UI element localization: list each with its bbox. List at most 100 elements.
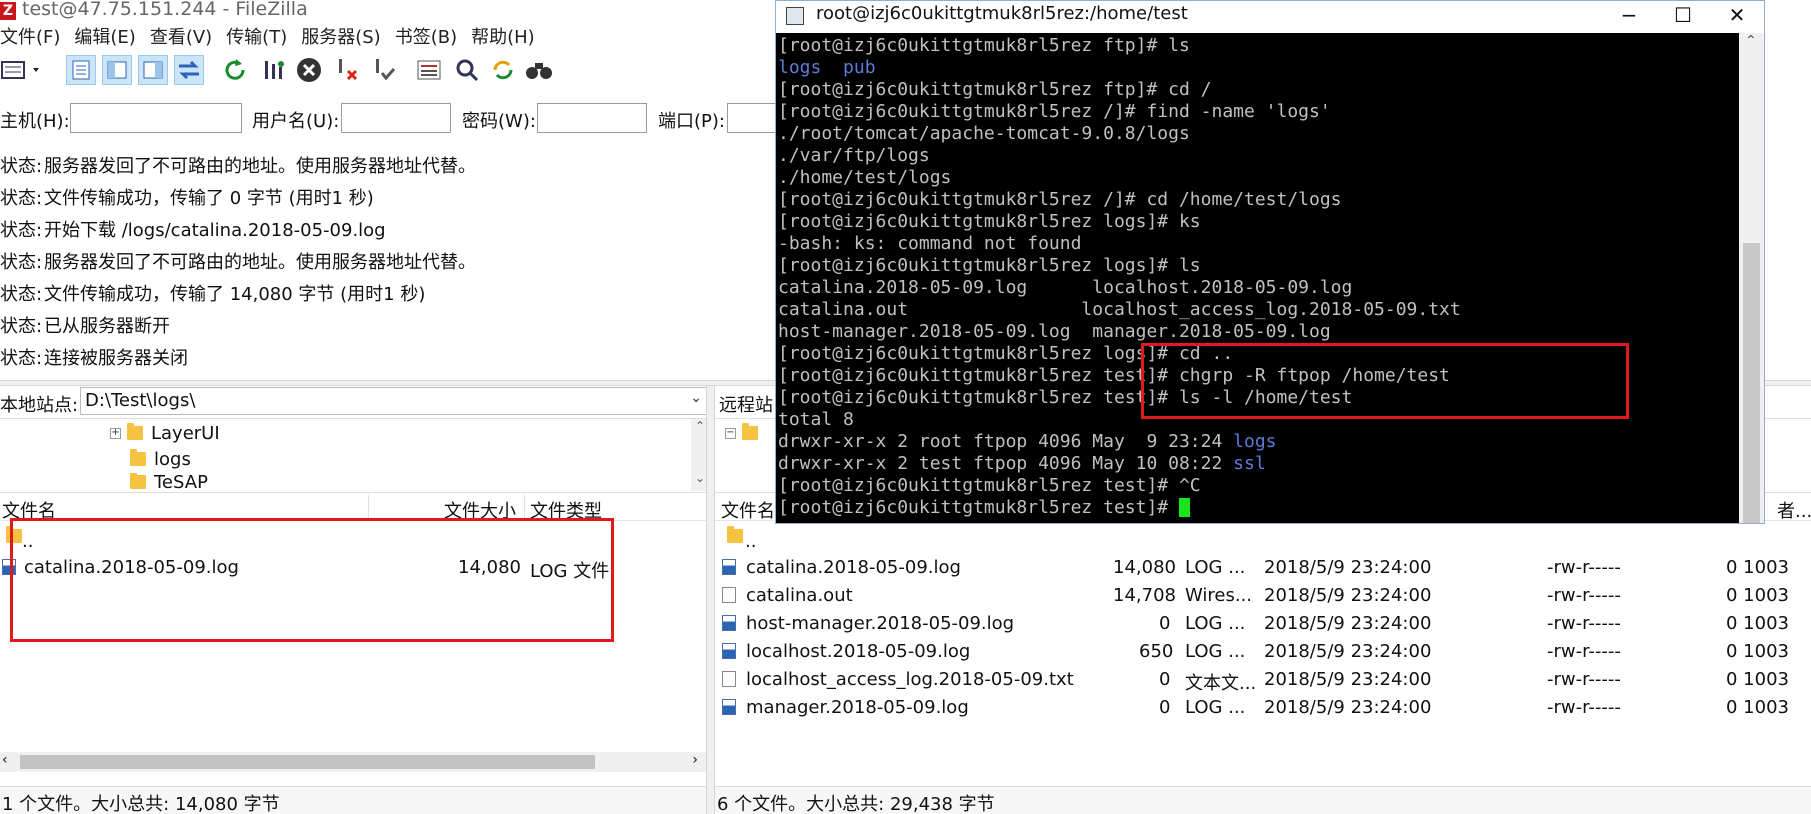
list-item[interactable]: localhost_access_log.2018-05-09.txt 0 文本…	[715, 669, 1811, 694]
local-site-label: 本地站点:	[0, 395, 79, 416]
refresh-icon[interactable]	[220, 55, 250, 85]
local-horizontal-scrollbar[interactable]: ‹ ›	[0, 752, 706, 772]
chevron-right-icon[interactable]: ›	[692, 752, 698, 768]
terminal-line: ./var/ftp/logs	[778, 145, 930, 166]
tree-item[interactable]: logs	[130, 447, 191, 471]
column-owner[interactable]: 者...	[1777, 497, 1811, 523]
terminal-scrollbar[interactable]: ⌃	[1739, 33, 1764, 523]
terminal-line: [root@izj6c0ukittgtmuk8rl5rez logs]# ls	[778, 255, 1201, 276]
log-row: 状态: 开始下载 /logs/catalina.2018-05-09.log	[0, 220, 386, 241]
list-item[interactable]: catalina.2018-05-09.log 14,080 LOG ... 2…	[715, 557, 1811, 581]
text-file-icon	[722, 671, 736, 687]
toggle-local-tree-icon[interactable]	[102, 55, 132, 85]
remote-file-list: 文件名 者... .. catalina.2018-05-09.log 14,0…	[715, 492, 1811, 792]
toggle-log-icon[interactable]	[66, 55, 96, 85]
terminal-line: catalina.2018-05-09.log localhost.2018-0…	[778, 277, 1353, 298]
minimize-icon[interactable]: −	[1602, 1, 1656, 33]
collapse-icon[interactable]: −	[725, 427, 736, 439]
terminal-screen[interactable]: [root@izj6c0ukittgtmuk8rl5rez ftp]# ls lo…	[778, 35, 1738, 521]
terminal-line: [root@izj6c0ukittgtmuk8rl5rez test]# ^C	[778, 475, 1201, 496]
highlight-box	[1141, 343, 1629, 419]
terminal-cursor	[1178, 498, 1190, 517]
log-row: 状态: 连接被服务器关闭	[0, 348, 188, 369]
toggle-queue-icon[interactable]	[174, 55, 204, 85]
tree-item[interactable]: + LayerUI	[110, 421, 220, 445]
terminal-line: [root@izj6c0ukittgtmuk8rl5rez test]#	[778, 497, 1738, 519]
log-row: 状态: 文件传输成功，传输了 0 字节 (用时1 秒)	[0, 188, 374, 209]
tree-item[interactable]: TeSAP	[130, 473, 208, 491]
log-row: 状态: 服务器发回了不可路由的地址。使用服务器地址代替。	[0, 252, 476, 273]
menu-view[interactable]: 查看(V)	[150, 25, 212, 51]
chevron-down-icon[interactable]: ⌄	[690, 390, 702, 406]
terminal-line: [root@izj6c0ukittgtmuk8rl5rez /]# find -…	[778, 101, 1331, 122]
list-item[interactable]: localhost.2018-05-09.log 650 LOG ... 201…	[715, 641, 1811, 665]
menu-edit[interactable]: 编辑(E)	[74, 25, 135, 51]
terminal-line: [root@izj6c0ukittgtmuk8rl5rez logs]# ks	[778, 211, 1201, 232]
scroll-thumb[interactable]	[1743, 243, 1760, 523]
tree-item[interactable]: −	[725, 421, 766, 445]
terminal-title-bar[interactable]: root@izj6c0ukittgtmuk8rl5rez:/home/test …	[776, 1, 1764, 33]
menu-server[interactable]: 服务器(S)	[301, 25, 380, 51]
list-item[interactable]: ..	[715, 526, 1811, 555]
terminal-line: ./home/test/logs	[778, 167, 952, 188]
menu-transfer[interactable]: 传输(T)	[226, 25, 287, 51]
chevron-up-icon[interactable]: ⌃	[1745, 33, 1757, 49]
terminal-line: [root@izj6c0ukittgtmuk8rl5rez /]# cd /ho…	[778, 189, 1342, 210]
password-input[interactable]	[537, 103, 647, 133]
menu-help[interactable]: 帮助(H)	[471, 25, 535, 51]
username-input[interactable]	[341, 103, 451, 133]
list-item[interactable]: host-manager.2018-05-09.log 0 LOG ... 20…	[715, 613, 1811, 637]
column-filename[interactable]: 文件名	[721, 497, 775, 523]
column-divider[interactable]	[368, 495, 369, 519]
folder-icon	[127, 423, 143, 440]
text-file-icon	[722, 587, 736, 603]
local-status: 1 个文件。大小总共: 14,080 字节	[0, 786, 713, 814]
directory-listing-filter-icon[interactable]	[414, 55, 444, 85]
terminal-line: ./root/tomcat/apache-tomcat-9.0.8/logs	[778, 123, 1190, 144]
folder-icon	[130, 449, 146, 466]
host-input[interactable]	[70, 103, 242, 133]
terminal-line: drwxr-xr-x 2 root ftpop 4096 May 9 23:24…	[778, 431, 1277, 452]
log-file-icon	[722, 643, 736, 659]
terminal-line: logs pub	[778, 57, 876, 78]
toggle-remote-tree-icon[interactable]	[138, 55, 168, 85]
port-label: 端口(P):	[658, 111, 725, 132]
disconnect-icon[interactable]	[332, 55, 362, 85]
log-row: 状态: 服务器发回了不可路由的地址。使用服务器地址代替。	[0, 156, 476, 177]
menu-bookmarks[interactable]: 书签(B)	[395, 25, 457, 51]
chevron-left-icon[interactable]: ‹	[2, 752, 8, 768]
sync-browsing-icon[interactable]	[488, 55, 518, 85]
search-icon[interactable]	[452, 55, 482, 85]
list-item[interactable]: manager.2018-05-09.log 0 LOG ... 2018/5/…	[715, 697, 1811, 721]
terminal-line: [root@izj6c0ukittgtmuk8rl5rez ftp]# cd /	[778, 79, 1212, 100]
terminal-line: -bash: ks: command not found	[778, 233, 1082, 254]
remote-site-label: 远程站	[719, 395, 773, 416]
cancel-icon[interactable]	[294, 55, 324, 85]
log-file-icon	[722, 559, 736, 575]
list-item[interactable]: catalina.out 14,708 Wires... 2018/5/9 23…	[715, 585, 1811, 609]
terminal-title: root@izj6c0ukittgtmuk8rl5rez:/home/test	[816, 3, 1188, 24]
filezilla-window-title: test@47.75.151.244 - FileZilla	[22, 0, 308, 20]
menu-file[interactable]: 文件(F)	[0, 25, 60, 51]
terminal-line: drwxr-xr-x 2 test ftpop 4096 May 10 08:2…	[778, 453, 1266, 474]
process-queue-icon[interactable]	[258, 55, 288, 85]
host-label: 主机(H):	[0, 111, 70, 132]
terminal-window: root@izj6c0ukittgtmuk8rl5rez:/home/test …	[775, 0, 1765, 524]
folder-icon	[130, 473, 146, 489]
binoculars-icon[interactable]	[524, 55, 554, 85]
filezilla-logo-icon: Z	[0, 2, 16, 20]
vertical-splitter[interactable]	[706, 386, 715, 814]
log-row: 状态: 已从服务器断开	[0, 316, 170, 337]
folder-icon	[727, 526, 743, 543]
local-path-combo[interactable]: D:\Test\logs\ ⌄	[80, 387, 707, 415]
column-divider[interactable]	[524, 495, 525, 519]
maximize-icon[interactable]: ☐	[1656, 1, 1710, 33]
local-file-list-header: 文件名 文件大小 文件类型	[0, 493, 713, 522]
scroll-thumb[interactable]	[20, 755, 595, 769]
site-manager-icon[interactable]	[0, 55, 46, 85]
close-icon[interactable]: ✕	[1710, 1, 1764, 33]
reconnect-icon[interactable]	[368, 55, 398, 85]
highlight-box	[10, 518, 614, 642]
expand-icon[interactable]: +	[110, 427, 121, 439]
terminal-line: catalina.out localhost_access_log.2018-0…	[778, 299, 1461, 320]
